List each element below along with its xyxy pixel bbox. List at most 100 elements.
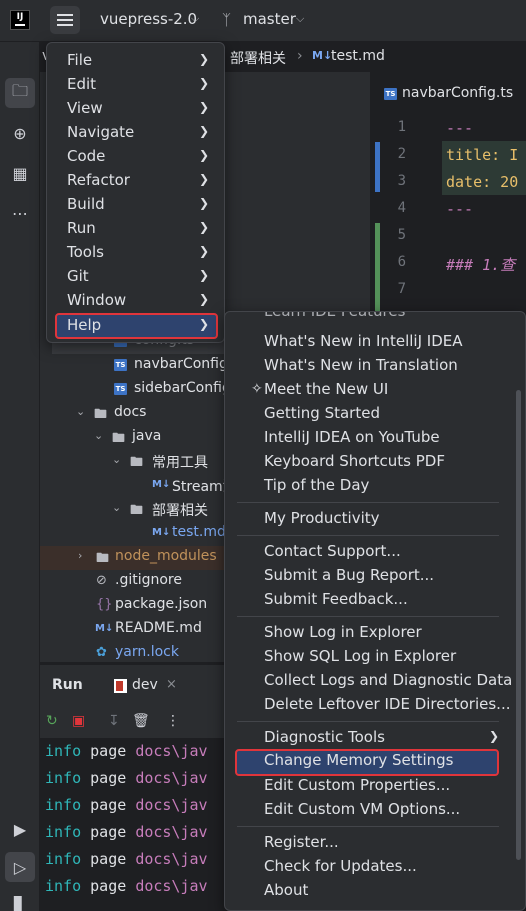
ignore-file-icon: ⊘: [96, 573, 107, 588]
chevron-right-icon: ❯: [488, 729, 499, 743]
menu-item-edit-custom-properties[interactable]: Edit Custom Properties...: [235, 774, 499, 798]
scroll-to-end-icon[interactable]: ↧: [108, 713, 120, 729]
console-line: info page docs\jav: [45, 769, 208, 787]
menu-item-shortcuts-pdf[interactable]: Keyboard Shortcuts PDF: [235, 450, 499, 474]
menu-item-whats-new-idea[interactable]: What's New in IntelliJ IDEA: [235, 330, 499, 354]
typescript-file-icon: TS: [114, 383, 127, 395]
menu-item-view[interactable]: View ❯: [55, 97, 218, 121]
code-editor[interactable]: --- title: I date: 20 --- ### 1.查: [442, 114, 526, 314]
menu-item-tip-of-day[interactable]: Tip of the Day: [235, 474, 499, 498]
main-menu-popup: File ❯ Edit ❯ View ❯ Navigate ❯ Code ❯ Refact…: [46, 42, 225, 343]
git-branch-icon[interactable]: ᛉ: [222, 11, 231, 29]
menu-item-check-updates[interactable]: Check for Updates...: [235, 855, 499, 879]
clear-trash-icon[interactable]: 🗑: [132, 713, 150, 729]
chevron-right-icon[interactable]: ›: [78, 549, 82, 562]
menu-item-edit-vm-options[interactable]: Edit Custom VM Options...: [235, 798, 499, 822]
code-line: date: 20: [446, 173, 519, 191]
folder-icon: 🖿: [130, 455, 144, 470]
main-menu-button[interactable]: [50, 6, 80, 34]
menu-item-show-sql-log[interactable]: Show SQL Log in Explorer: [235, 645, 499, 669]
menu-item-change-memory-settings[interactable]: Change Memory Settings: [235, 749, 499, 776]
chevron-right-icon: ❯: [198, 52, 209, 66]
menu-item-submit-feedback[interactable]: Submit Feedback...: [235, 588, 499, 612]
code-line: ---: [446, 119, 474, 137]
chevron-down-icon[interactable]: ⌄: [76, 405, 85, 418]
menu-item-meet-new-ui[interactable]: ✧ Meet the New UI: [235, 378, 499, 402]
chevron-down-icon[interactable]: ⌵: [191, 12, 199, 26]
menu-item-file[interactable]: File ❯: [55, 49, 218, 73]
code-line: ### 1.查: [446, 256, 516, 274]
chevron-down-icon[interactable]: ⌄: [112, 501, 121, 514]
menu-item-edit[interactable]: Edit ❯: [55, 73, 218, 97]
project-selector[interactable]: vuepress-2.0: [100, 10, 197, 28]
services-icon[interactable]: ▶: [5, 814, 35, 844]
added-lines-marker[interactable]: [375, 223, 380, 313]
breadcrumb-file[interactable]: test.md: [331, 48, 385, 64]
menu-item-diagnostic-tools[interactable]: Diagnostic Tools ❯: [235, 726, 499, 750]
intellij-logo-icon[interactable]: IJ: [10, 10, 30, 30]
terminal-icon[interactable]: ▋: [5, 890, 35, 911]
menu-item-youtube[interactable]: IntelliJ IDEA on YouTube: [235, 426, 499, 450]
chevron-down-icon[interactable]: ⌄: [94, 429, 103, 442]
chevron-down-icon[interactable]: ⌵: [296, 12, 304, 26]
tree-item-node-modules[interactable]: › 🖿 node_modules: [40, 546, 226, 570]
chevron-down-icon[interactable]: ⌄: [112, 453, 121, 466]
menu-item-show-log[interactable]: Show Log in Explorer: [235, 621, 499, 645]
tool-window-strip: 🗀 ⊕ ▦ ⋯ ▶ ▷ ▋: [0, 42, 40, 911]
menu-item-delete-leftover[interactable]: Delete Leftover IDE Directories...: [235, 693, 510, 717]
more-options-icon[interactable]: ⋮: [166, 713, 180, 729]
breadcrumb-folder[interactable]: 部署相关: [230, 48, 286, 68]
menu-item-code[interactable]: Code ❯: [55, 145, 218, 169]
chevron-right-icon: ❯: [198, 317, 209, 331]
menu-item-submit-bug[interactable]: Submit a Bug Report...: [235, 564, 499, 588]
chevron-right-icon: ❯: [198, 76, 209, 90]
more-tools-icon[interactable]: ⋯: [5, 198, 35, 228]
stop-icon[interactable]: ▣: [72, 713, 85, 729]
menu-separator: [237, 721, 499, 722]
modified-lines-marker[interactable]: [375, 142, 380, 192]
commit-icon[interactable]: ⊕: [5, 118, 35, 148]
code-line: title: I: [446, 146, 519, 164]
menu-item-git[interactable]: Git ❯: [55, 265, 218, 289]
menu-item-my-productivity[interactable]: My Productivity: [235, 507, 499, 531]
chevron-right-icon: ❯: [198, 148, 209, 162]
menu-item-contact-support[interactable]: Contact Support...: [235, 540, 499, 564]
rerun-icon[interactable]: ↻: [46, 713, 58, 729]
menu-item-getting-started[interactable]: Getting Started: [235, 402, 499, 426]
menu-item-learn-ide-features[interactable]: Learn IDE Features: [235, 312, 499, 324]
chevron-right-icon: ❯: [198, 292, 209, 306]
menu-item-collect-logs[interactable]: Collect Logs and Diagnostic Data: [235, 669, 512, 693]
console-line: info page docs\jav: [45, 850, 208, 868]
menu-item-help[interactable]: Help ❯: [55, 313, 218, 339]
branch-selector[interactable]: master: [243, 10, 296, 28]
tab-navbarconfig[interactable]: TS navbarConfig.ts: [370, 72, 526, 114]
menu-separator: [237, 502, 499, 503]
typescript-file-icon: TS: [384, 88, 397, 100]
menu-item-run[interactable]: Run ❯: [55, 217, 218, 241]
chevron-right-icon: ❯: [198, 268, 209, 282]
tab-dev[interactable]: dev: [132, 677, 158, 693]
sparkle-icon: ✧: [251, 381, 263, 397]
folder-icon: 🖿: [112, 431, 126, 446]
menu-item-navigate[interactable]: Navigate ❯: [55, 121, 218, 145]
title-bar: IJ vuepress-2.0 ⌵ ᛉ master ⌵: [0, 0, 526, 42]
submenu-scrollbar[interactable]: [516, 390, 521, 860]
menu-item-build[interactable]: Build ❯: [55, 193, 218, 217]
menu-item-register[interactable]: Register...: [235, 831, 499, 855]
console-line: info page docs\jav: [45, 742, 208, 760]
menu-item-tools[interactable]: Tools ❯: [55, 241, 218, 265]
npm-icon: [114, 679, 127, 693]
close-icon[interactable]: ×: [166, 677, 177, 692]
menu-item-refactor[interactable]: Refactor ❯: [55, 169, 218, 193]
menu-item-whats-new-translation[interactable]: What's New in Translation: [235, 354, 499, 378]
typescript-file-icon: TS: [114, 359, 127, 371]
run-icon[interactable]: ▷: [5, 852, 35, 882]
structure-icon[interactable]: ▦: [5, 158, 35, 188]
line-number: 4: [397, 200, 406, 216]
project-folder-icon[interactable]: 🗀: [5, 78, 35, 108]
menu-item-window[interactable]: Window ❯: [55, 289, 218, 313]
run-title: Run: [52, 677, 83, 693]
menu-separator: [237, 826, 499, 827]
folder-icon: 🖿: [94, 407, 108, 422]
menu-item-about[interactable]: About: [235, 879, 499, 903]
